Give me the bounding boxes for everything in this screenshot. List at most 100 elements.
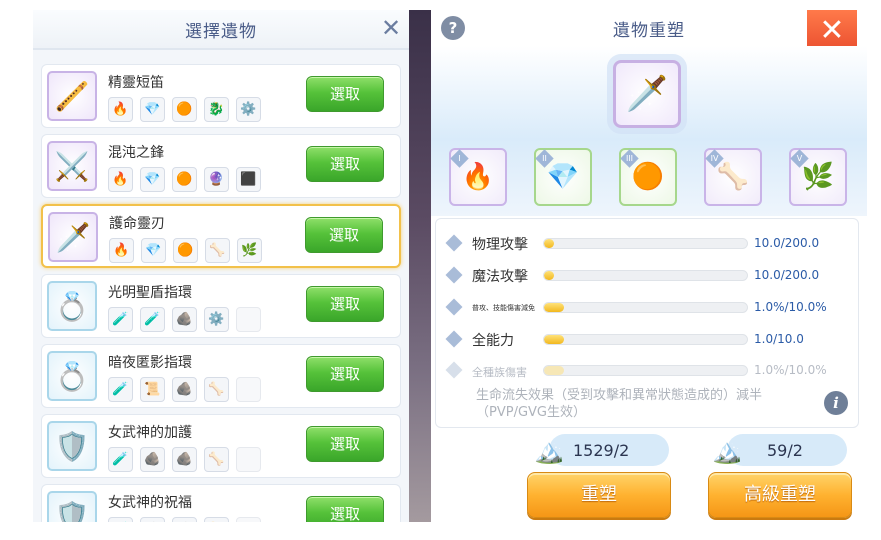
- material-icon: 🦴: [204, 377, 229, 402]
- stat-progress-fill: [544, 303, 565, 312]
- material-icon: 🌿: [237, 238, 262, 263]
- material-icon: 🧪: [108, 447, 133, 472]
- select-button[interactable]: 選取: [306, 146, 384, 182]
- slot-number: II: [542, 154, 547, 163]
- relic-card[interactable]: ⚔️ 混沌之鋒 🔥 💎 🟠 🔮 ⬛ 選取: [41, 134, 401, 198]
- material-slots: I 🔥 II 💎 III 🟠 IV 🦴 V 🌿: [449, 148, 847, 206]
- material-icon: 🦴: [204, 517, 229, 522]
- material-slot[interactable]: IV 🦴: [704, 148, 762, 206]
- slot-number-badge: I: [450, 149, 469, 168]
- relic-card[interactable]: 🪈 精靈短笛 🔥 💎 🟠 🐉 ⚙️ 選取: [41, 64, 401, 128]
- material-icon: 📜: [140, 377, 165, 402]
- relic-card[interactable]: 💍 光明聖盾指環 🧪 🧪 🪨 ⚙️ 選取: [41, 274, 401, 338]
- material-icon: 🪨: [140, 517, 165, 522]
- material-icon: 🧪: [140, 307, 165, 332]
- material-icon: 🟠: [172, 167, 197, 192]
- material-list: 🧪 🧪 🪨 ⚙️: [108, 307, 261, 332]
- stat-name: 物理攻擊: [472, 237, 528, 253]
- relic-name: 暗夜匿影指環: [108, 355, 192, 371]
- effect-note: 生命流失效果（受到攻擊和異常狀態造成的）減半（PVP/GVG生效）: [476, 388, 763, 420]
- stat-progress-bar: [543, 238, 748, 249]
- material-icon: 🌿: [801, 162, 835, 192]
- select-button[interactable]: 選取: [306, 286, 384, 322]
- relic-thumbnail: 🗡️: [48, 212, 98, 262]
- material-icon: ⬛: [236, 167, 261, 192]
- reforge-title: 遺物重塑: [613, 20, 685, 41]
- current-relic-icon: 🗡️: [613, 60, 681, 128]
- relic-card[interactable]: 🛡️ 女武神的祝福 🧪 🪨 🪨 🦴 選取: [41, 484, 401, 522]
- material-icon: ⚙️: [236, 97, 261, 122]
- stat-progress-fill: [544, 335, 565, 344]
- select-button[interactable]: 選取: [306, 356, 384, 392]
- stat-value: 10.0/200.0: [754, 236, 820, 250]
- stat-value: 1.0/10.0: [754, 332, 804, 346]
- relic-thumbnail: 💍: [47, 281, 97, 331]
- slot-number: V: [796, 154, 803, 163]
- stat-row: 普攻、技能傷害減免 1.0%/10.0%: [445, 297, 848, 317]
- empty-material-slot: [236, 377, 261, 402]
- info-icon[interactable]: i: [824, 391, 848, 415]
- material-icon: 🔮: [204, 167, 229, 192]
- stat-progress-bar: [543, 270, 748, 281]
- stat-progress-fill: [544, 239, 555, 248]
- currency-2-value: 59/2: [767, 440, 803, 460]
- stats-panel: 生命流失效果（受到攻擊和異常狀態造成的）減半（PVP/GVG生效） i 物理攻擊…: [435, 218, 859, 428]
- material-slot[interactable]: II 💎: [534, 148, 592, 206]
- material-icon: 🐉: [204, 97, 229, 122]
- currency-1-value: 1529/2: [573, 440, 630, 460]
- relic-card[interactable]: 🗡️ 護命靈刃 🔥 💎 🟠 🦴 🌿 選取: [41, 204, 401, 268]
- material-icon: 🟠: [631, 162, 665, 192]
- relic-card[interactable]: 🛡️ 女武神的加護 🧪 🪨 🪨 🦴 選取: [41, 414, 401, 478]
- relic-card[interactable]: 💍 暗夜匿影指環 🧪 📜 🪨 🦴 選取: [41, 344, 401, 408]
- material-icon: 🧪: [108, 517, 133, 522]
- stat-progress-bar: [543, 302, 748, 313]
- select-button[interactable]: 選取: [306, 426, 384, 462]
- stat-name: 魔法攻擊: [472, 269, 528, 285]
- stat-value: 10.0/200.0: [754, 268, 820, 282]
- stat-bullet-icon: [445, 266, 463, 284]
- relic-thumbnail: 🪈: [47, 71, 97, 121]
- reforge-hero: 🗡️ I 🔥 II 💎 III 🟠 IV 🦴 V 🌿: [431, 46, 867, 216]
- slot-number: I: [458, 154, 461, 163]
- currency-1: 🏔️ 1529/2: [534, 434, 669, 466]
- close-icon[interactable]: ✕: [379, 16, 403, 41]
- relic-name: 混沌之鋒: [108, 145, 164, 161]
- stat-name: 普攻、技能傷害減免: [472, 304, 535, 312]
- material-slot[interactable]: III 🟠: [619, 148, 677, 206]
- stat-progress-fill: [544, 271, 555, 280]
- relic-picker-panel: 選擇遺物 ✕ 🪈 精靈短笛 🔥 💎 🟠 🐉 ⚙️ 選取 ⚔️ 混沌之鋒 🔥 💎 🟠 🔮 ⬛ 選取 🗡️ 護命靈刃 🔥…: [33, 10, 409, 522]
- picker-header: 選擇遺物 ✕: [33, 10, 409, 50]
- currency-2: 🏔️ 59/2: [712, 434, 847, 466]
- slot-number-badge: V: [790, 149, 809, 168]
- material-icon: 🟠: [173, 238, 198, 263]
- material-list: 🔥 💎 🟠 🐉 ⚙️: [108, 97, 261, 122]
- reforge-button[interactable]: 重塑: [527, 472, 671, 518]
- question-icon[interactable]: ?: [441, 16, 465, 40]
- stat-row: 全能力 1.0/10.0: [445, 329, 848, 349]
- material-icon: 💎: [140, 167, 165, 192]
- crystal-icon: 🏔️: [712, 437, 742, 465]
- stat-row: 物理攻擊 10.0/200.0: [445, 233, 848, 253]
- reforge-header: ? 遺物重塑 ✕: [431, 10, 867, 56]
- material-icon: 🪨: [140, 447, 165, 472]
- material-icon: 🔥: [461, 162, 495, 192]
- material-icon: ⚙️: [204, 307, 229, 332]
- relic-name: 女武神的祝福: [108, 495, 192, 511]
- material-slot[interactable]: V 🌿: [789, 148, 847, 206]
- material-icon: 🦴: [716, 162, 750, 192]
- empty-material-slot: [236, 447, 261, 472]
- material-icon: 🔥: [108, 97, 133, 122]
- stat-name: 全能力: [472, 333, 514, 349]
- material-list: 🧪 📜 🪨 🦴: [108, 377, 261, 402]
- advanced-reforge-button[interactable]: 高級重塑: [708, 472, 852, 518]
- empty-material-slot: [236, 307, 261, 332]
- material-icon: 🧪: [108, 307, 133, 332]
- material-icon: 🧪: [108, 377, 133, 402]
- select-button[interactable]: 選取: [306, 76, 384, 112]
- material-icon: 💎: [141, 238, 166, 263]
- material-slot[interactable]: I 🔥: [449, 148, 507, 206]
- slot-number-badge: III: [620, 149, 639, 168]
- select-button[interactable]: 選取: [305, 217, 383, 253]
- select-button[interactable]: 選取: [306, 496, 384, 522]
- relic-name: 光明聖盾指環: [108, 285, 192, 301]
